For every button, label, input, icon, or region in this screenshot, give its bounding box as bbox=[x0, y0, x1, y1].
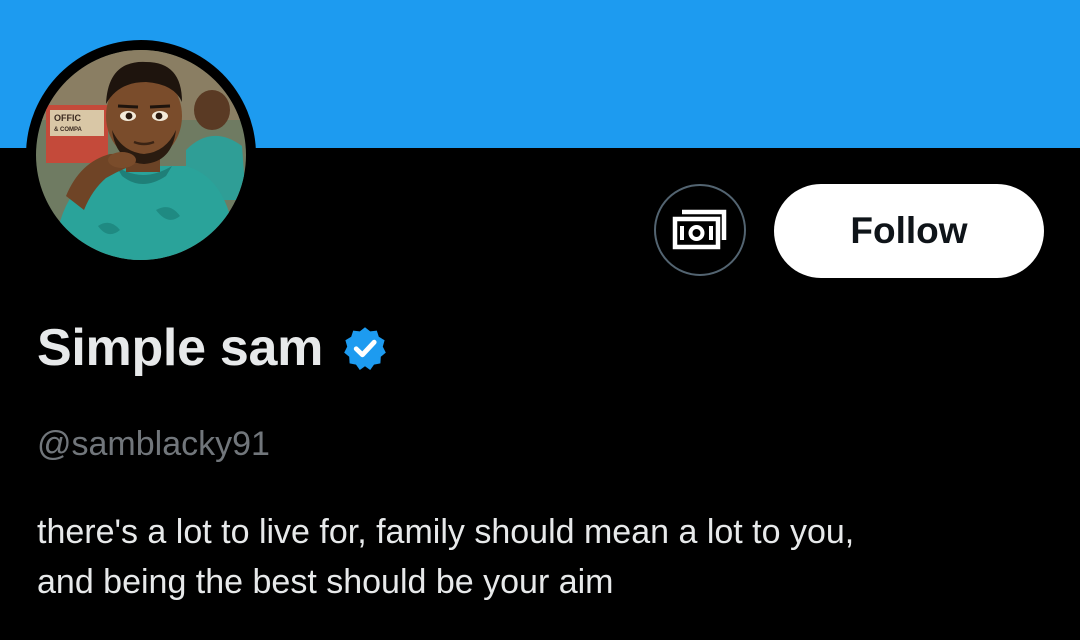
sign-text-2: & COMPA bbox=[54, 127, 83, 133]
user-handle: @samblacky91 bbox=[37, 425, 270, 463]
sign-text-1: OFFIC bbox=[54, 113, 81, 123]
avatar-illustration: OFFIC & COMPA bbox=[36, 50, 246, 260]
background-person-head bbox=[194, 90, 230, 130]
display-name: Simple sam bbox=[37, 319, 324, 377]
verified-badge-icon[interactable] bbox=[341, 324, 389, 372]
name-row: Simple sam bbox=[37, 318, 389, 378]
follow-button[interactable]: Follow bbox=[774, 184, 1044, 278]
bio-line-1: there's a lot to live for, family should… bbox=[37, 513, 855, 551]
bio-line-2: and being the best should be your aim bbox=[37, 563, 614, 601]
tip-button[interactable] bbox=[654, 184, 746, 276]
profile-header: OFFIC & COMPA Follow Simple sam @samblac… bbox=[0, 0, 1080, 640]
money-tip-icon bbox=[672, 209, 727, 250]
avatar[interactable]: OFFIC & COMPA bbox=[36, 50, 246, 260]
user-bio: there's a lot to live for, family should… bbox=[37, 507, 1047, 607]
